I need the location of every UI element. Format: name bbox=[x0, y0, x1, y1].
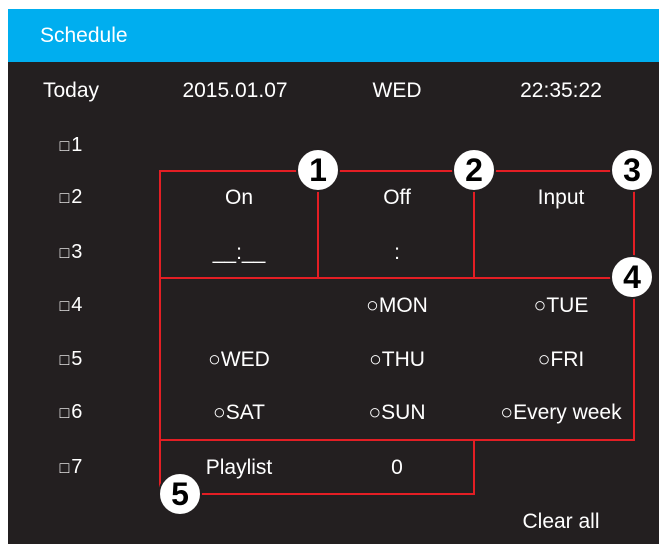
day-option-fri[interactable]: ○FRI bbox=[538, 347, 585, 373]
on-time-field[interactable]: __:__ bbox=[213, 240, 266, 266]
playlist-label: Playlist bbox=[205, 456, 273, 479]
today-label: Today bbox=[42, 79, 100, 102]
checkbox-icon: □ bbox=[59, 352, 70, 369]
slot-number: 2 bbox=[71, 186, 83, 208]
slot-number: 5 bbox=[71, 348, 83, 370]
current-date: 2015.01.07 bbox=[182, 79, 288, 102]
day-option-tue[interactable]: ○TUE bbox=[534, 293, 589, 319]
off-label: Off bbox=[383, 186, 411, 209]
day-option-every-week[interactable]: ○Every week bbox=[500, 400, 621, 426]
on-label: On bbox=[224, 186, 254, 209]
schedule-slot-1[interactable]: □ 1 bbox=[60, 132, 83, 160]
day-option-mon[interactable]: ○MON bbox=[366, 293, 428, 319]
clear-all-button[interactable]: Clear all bbox=[522, 509, 599, 535]
schedule-slot-6[interactable]: □ 6 bbox=[60, 399, 83, 427]
callout-badge-1: 1 bbox=[296, 148, 340, 192]
checkbox-icon: □ bbox=[59, 298, 70, 315]
slot-number: 3 bbox=[71, 241, 83, 263]
checkbox-icon: □ bbox=[59, 460, 70, 477]
slot-number: 7 bbox=[71, 456, 83, 478]
schedule-slot-3[interactable]: □ 3 bbox=[60, 239, 83, 267]
callout-badge-3: 3 bbox=[610, 148, 654, 192]
day-option-wed[interactable]: ○WED bbox=[208, 347, 270, 373]
current-time: 22:35:22 bbox=[520, 79, 602, 102]
checkbox-icon: □ bbox=[59, 245, 70, 262]
input-selector[interactable]: Input bbox=[538, 185, 585, 211]
current-weekday: WED bbox=[372, 79, 422, 102]
callout-badge-4: 4 bbox=[610, 255, 654, 299]
slot-number: 1 bbox=[71, 134, 83, 156]
checkbox-icon: □ bbox=[59, 190, 70, 207]
day-option-thu[interactable]: ○THU bbox=[369, 347, 425, 373]
off-time-field[interactable]: : bbox=[394, 240, 400, 266]
callout-badge-5: 5 bbox=[158, 472, 202, 516]
slot-number: 4 bbox=[71, 294, 83, 316]
day-option-sun[interactable]: ○SUN bbox=[368, 400, 425, 426]
schedule-slot-2[interactable]: □ 2 bbox=[60, 184, 83, 212]
checkbox-icon: □ bbox=[59, 405, 70, 422]
page-title: Schedule bbox=[8, 9, 659, 62]
checkbox-icon: □ bbox=[59, 138, 70, 155]
callout-badge-2: 2 bbox=[452, 148, 496, 192]
day-option-sat[interactable]: ○SAT bbox=[213, 400, 265, 426]
schedule-slot-7[interactable]: □ 7 bbox=[60, 454, 83, 482]
slot-number: 6 bbox=[71, 401, 83, 423]
playlist-value[interactable]: 0 bbox=[391, 455, 403, 481]
schedule-slot-4[interactable]: □ 4 bbox=[60, 292, 83, 320]
schedule-slot-5[interactable]: □ 5 bbox=[60, 346, 83, 374]
